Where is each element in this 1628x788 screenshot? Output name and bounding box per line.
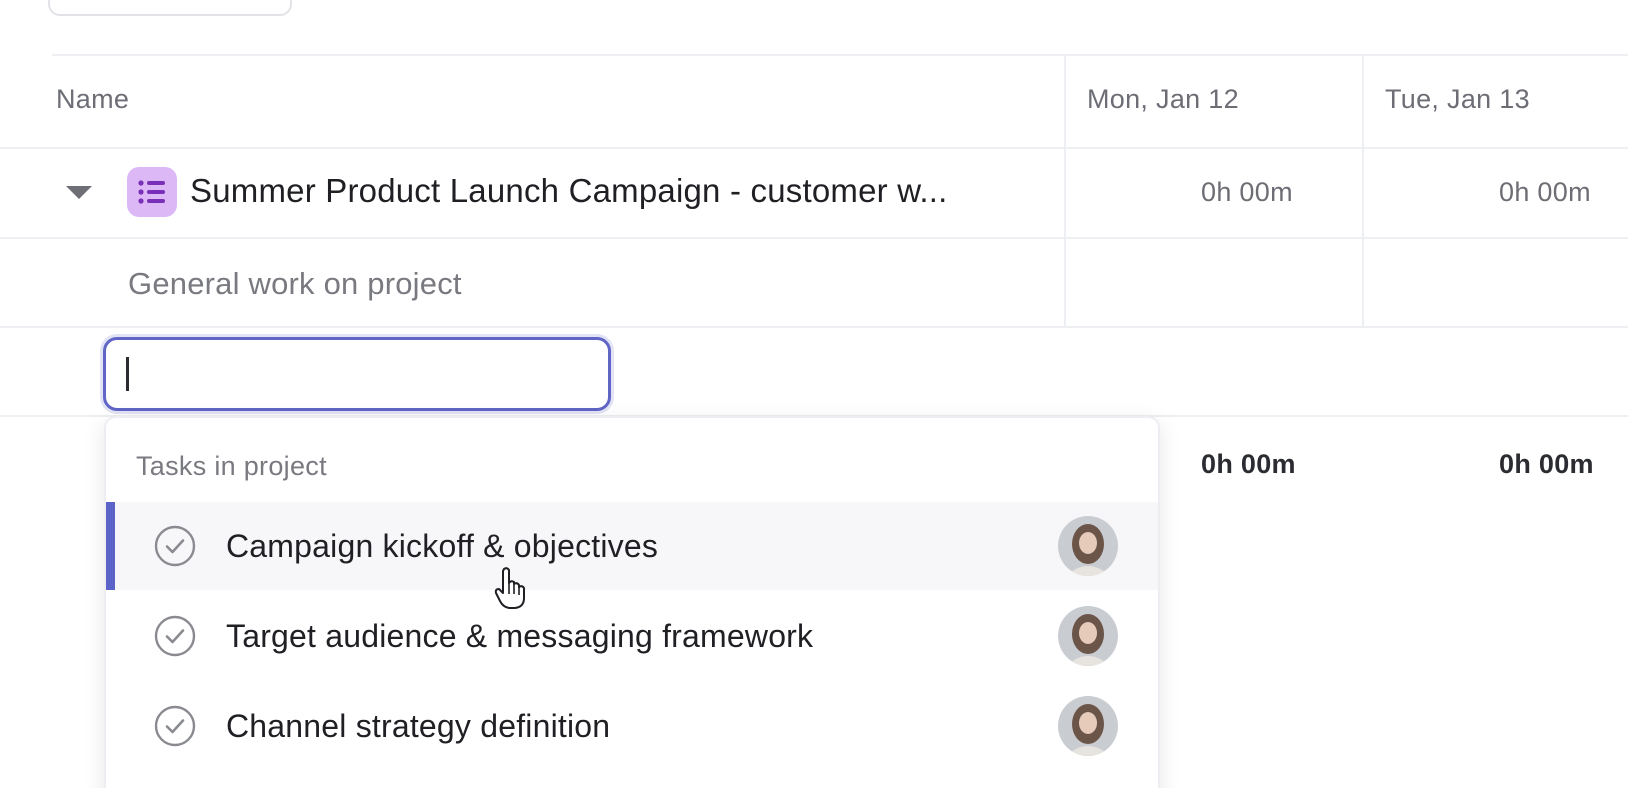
project-time-tue[interactable]: 0h 00m [1499,177,1591,208]
list-icon [127,167,177,217]
timesheet-page: Name Mon, Jan 12 Tue, Jan 13 Summer Prod… [0,0,1628,788]
dropdown-heading: Tasks in project [136,451,327,481]
project-row-divider [0,237,1628,239]
column-divider-mon [1064,56,1066,328]
task-option-campaign-kickoff[interactable]: Campaign kickoff & objectives [106,502,1158,590]
header-top-divider [52,54,1628,56]
header-bottom-divider [0,147,1628,149]
collapse-caret-icon[interactable] [66,186,92,199]
general-work-label[interactable]: General work on project [128,266,462,302]
task-search-input[interactable] [103,337,611,411]
total-time-tue: 0h 00m [1499,449,1594,479]
task-option-label: Channel strategy definition [226,708,611,744]
check-circle-icon [154,705,196,747]
assignee-avatar [1058,606,1118,666]
task-option-target-audience[interactable]: Target audience & messaging framework [106,592,1158,680]
check-circle-icon [154,525,196,567]
task-option-channel-strategy[interactable]: Channel strategy definition [106,682,1158,770]
check-circle-icon [154,615,196,657]
total-time-mon: 0h 00m [1201,449,1296,479]
project-time-mon[interactable]: 0h 00m [1201,177,1293,208]
project-title[interactable]: Summer Product Launch Campaign - custome… [190,172,948,210]
task-option-label: Campaign kickoff & objectives [226,528,659,564]
column-header-mon: Mon, Jan 12 [1087,84,1239,114]
toolbar-button[interactable] [48,0,292,16]
assignee-avatar [1058,516,1118,576]
assignee-avatar [1058,696,1118,756]
column-divider-tue [1362,56,1364,328]
task-option-label: Target audience & messaging framework [226,618,814,654]
hand-pointer-icon [494,567,525,609]
text-caret [126,357,129,391]
column-header-name[interactable]: Name [56,84,129,115]
column-header-tue: Tue, Jan 13 [1385,84,1530,114]
general-row-divider [0,326,1628,328]
